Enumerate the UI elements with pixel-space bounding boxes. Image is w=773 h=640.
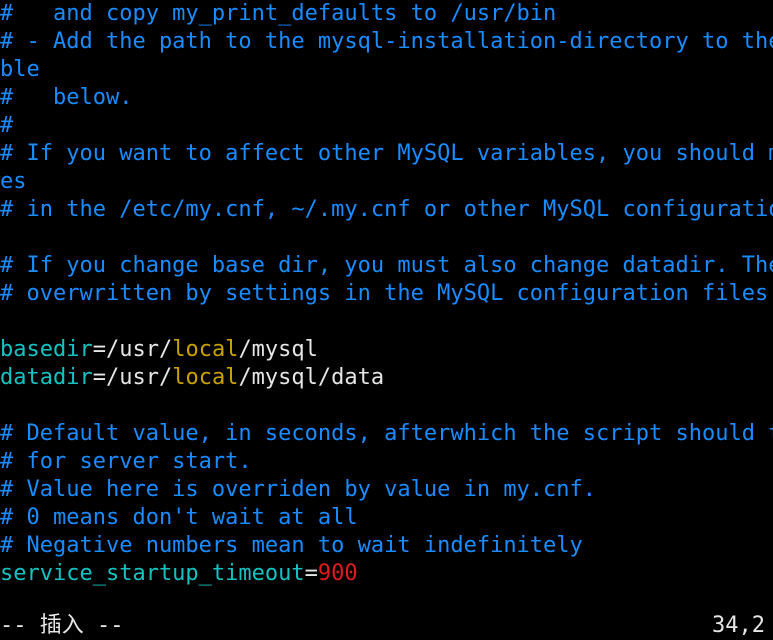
datadir-line: datadir=/usr/local/mysql/data (0, 364, 773, 392)
path-part: /usr/ (105, 365, 173, 390)
comment-line: # overwritten by settings in the MySQL c… (0, 281, 773, 306)
comment-line: # Value here is overriden by value in my… (0, 477, 597, 502)
cursor-position: 34,2 (712, 613, 765, 638)
path-part: /usr/ (105, 337, 173, 362)
comment-line: es (0, 169, 27, 194)
comment-line: # If you change base dir, you must also … (0, 253, 773, 278)
comment-line: # (0, 113, 14, 138)
equals-sign: = (92, 337, 106, 362)
comment-line: # and copy my_print_defaults to /usr/bin (0, 1, 557, 26)
timeout-line: service_startup_timeout=900 (0, 560, 773, 588)
equals-sign: = (92, 365, 106, 390)
comment-line: # for server start. (0, 449, 252, 474)
comment-line: # in the /etc/my.cnf, ~/.my.cnf or other… (0, 197, 773, 222)
comment-line: # 0 means don't wait at all (0, 505, 358, 530)
timeout-key: service_startup_timeout (0, 561, 305, 586)
comment-line: # Negative numbers mean to wait indefini… (0, 533, 583, 558)
vim-editor[interactable]: # and copy my_print_defaults to /usr/bin… (0, 0, 773, 640)
path-keyword: local (172, 365, 239, 390)
comment-line: ble (0, 57, 40, 82)
comment-line: # If you want to affect other MySQL vari… (0, 141, 773, 166)
comment-line: # Default value, in seconds, afterwhich … (0, 421, 773, 446)
mode-indicator: -- 插入 -- (0, 613, 124, 638)
basedir-line: basedir=/usr/local/mysql (0, 336, 773, 364)
datadir-key: datadir (0, 365, 93, 390)
equals-sign: = (304, 561, 318, 586)
path-part: /mysql (238, 337, 318, 362)
path-part: /mysql/data (238, 365, 385, 390)
path-keyword: local (172, 337, 239, 362)
timeout-value: 900 (317, 561, 358, 586)
status-line: -- 插入 -- 34,2 (0, 612, 773, 640)
comment-line: # below. (0, 85, 133, 110)
comment-line: # - Add the path to the mysql-installati… (0, 29, 773, 54)
basedir-key: basedir (0, 337, 93, 362)
